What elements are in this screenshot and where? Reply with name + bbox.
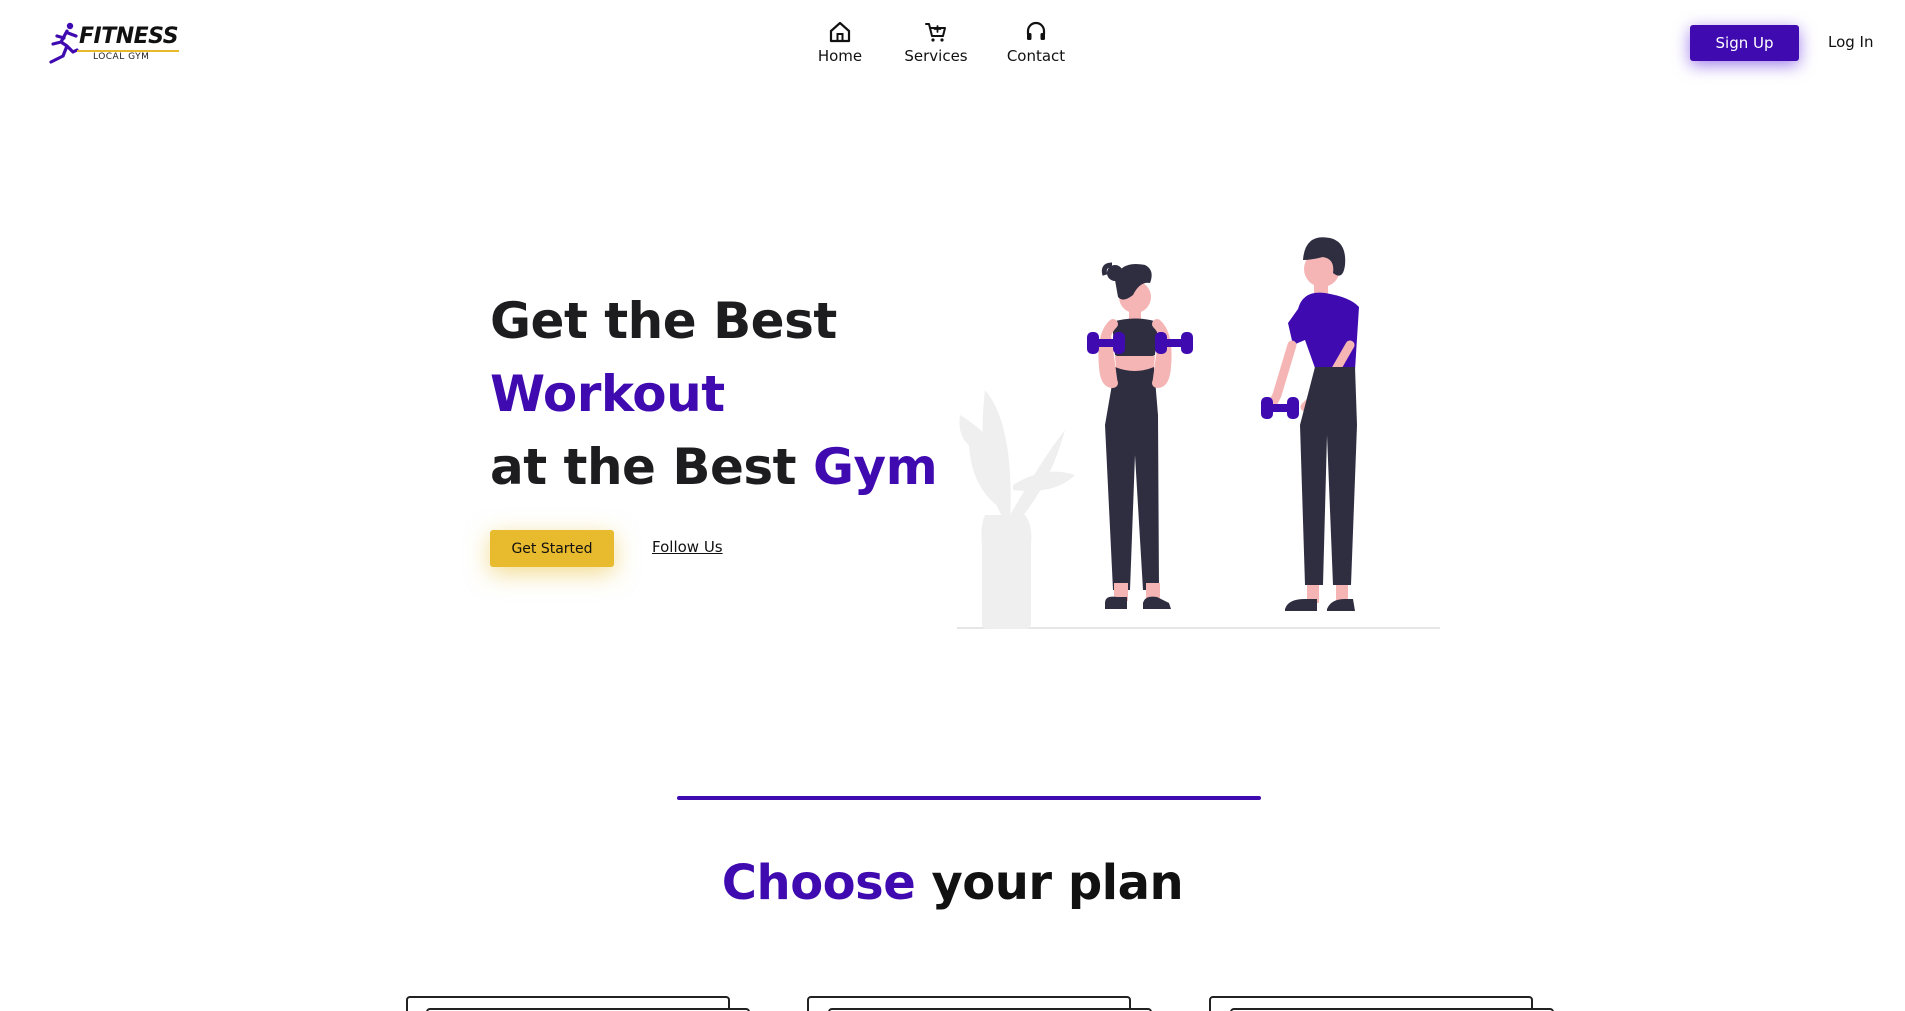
nav-label-home: Home xyxy=(817,47,863,65)
hero-line-3-accent: Gym xyxy=(812,438,938,496)
plans-section-title: Choose your plan xyxy=(0,855,1905,911)
get-started-button[interactable]: Get Started xyxy=(490,530,614,567)
brand-subtitle: LOCAL GYM xyxy=(93,52,150,62)
runner-icon xyxy=(49,22,79,64)
hero-title: Get the Best Workout at the Best Gym xyxy=(490,285,938,504)
home-icon xyxy=(827,19,853,45)
woman-figure xyxy=(1087,262,1193,609)
nav-item-home[interactable]: Home xyxy=(800,19,880,65)
workout-illustration xyxy=(957,237,1440,629)
nav-item-contact[interactable]: Contact xyxy=(988,19,1084,65)
headset-icon xyxy=(1023,19,1049,45)
hero-line-2: Workout xyxy=(490,365,725,423)
nav-label-contact: Contact xyxy=(1006,47,1066,65)
plans-title-rest: your plan xyxy=(915,855,1184,911)
brand-logo[interactable]: FITNESS LOCAL GYM xyxy=(47,22,179,66)
plans-title-accent: Choose xyxy=(721,855,916,911)
cart-icon xyxy=(923,19,949,45)
follow-us-link[interactable]: Follow Us xyxy=(652,538,723,556)
hero-line-3-prefix: at the Best xyxy=(490,438,813,496)
signup-button[interactable]: Sign Up xyxy=(1690,25,1799,61)
plant-illustration xyxy=(959,390,1075,629)
brand-title: FITNESS xyxy=(79,24,179,49)
section-divider xyxy=(677,796,1261,800)
nav-label-services: Services xyxy=(904,47,968,65)
nav-item-services[interactable]: Services xyxy=(888,19,984,65)
man-figure xyxy=(1261,237,1359,611)
hero-line-1: Get the Best xyxy=(490,292,837,350)
login-link[interactable]: Log In xyxy=(1828,33,1874,51)
